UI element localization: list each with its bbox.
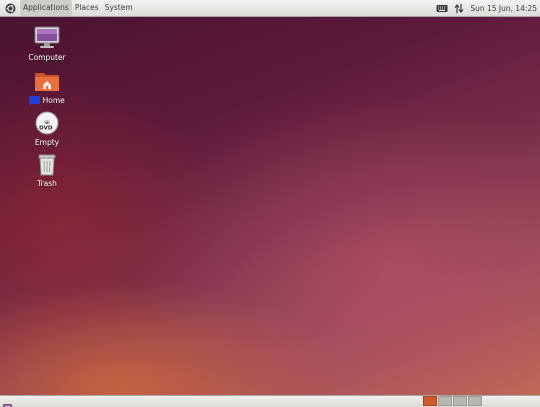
desktop-icon-trash[interactable]: Trash: [17, 151, 77, 188]
desktop-icon-computer[interactable]: Computer: [17, 25, 77, 62]
indicator-area: Sun 15 Jun, 14:25: [436, 0, 537, 16]
home-folder-icon: [34, 68, 60, 94]
desktop-label-home-text: Home: [42, 96, 65, 105]
network-updown-icon[interactable]: [453, 2, 465, 14]
clock[interactable]: Sun 15 Jun, 14:25: [470, 4, 537, 13]
desktop-label-dvd: Empty: [34, 138, 60, 147]
desktop-label-trash: Trash: [37, 179, 57, 188]
workspace-4[interactable]: [468, 396, 482, 406]
workspace-1[interactable]: [423, 396, 437, 406]
desktop-icon-home[interactable]: Home: [17, 68, 77, 105]
top-panel: Applications Places System Sun 15 Jun, 1…: [0, 0, 540, 17]
bottom-panel: [0, 395, 540, 407]
show-desktop-icon[interactable]: [3, 397, 12, 407]
menu-places[interactable]: Places: [72, 0, 102, 16]
monitor-icon: [34, 25, 60, 51]
desktop[interactable]: Computer Home DVD Empty Trash: [0, 17, 540, 395]
dvd-icon: DVD: [34, 110, 60, 136]
workspace-2[interactable]: [438, 396, 452, 406]
workspace-switcher: [423, 396, 483, 407]
keyboard-icon[interactable]: [436, 2, 448, 14]
trash-icon: [34, 151, 60, 177]
label-selection-highlight: [31, 96, 41, 104]
menu-bar: Applications Places System: [0, 0, 136, 16]
menu-applications[interactable]: Applications: [20, 0, 72, 16]
desktop-icon-dvd[interactable]: DVD Empty: [17, 110, 77, 147]
svg-text:DVD: DVD: [39, 126, 53, 132]
ubuntu-logo-icon[interactable]: [4, 2, 16, 14]
desktop-label-computer: Computer: [28, 53, 66, 62]
desktop-label-home: Home: [29, 96, 65, 105]
menu-system[interactable]: System: [102, 0, 136, 16]
workspace-3[interactable]: [453, 396, 467, 406]
